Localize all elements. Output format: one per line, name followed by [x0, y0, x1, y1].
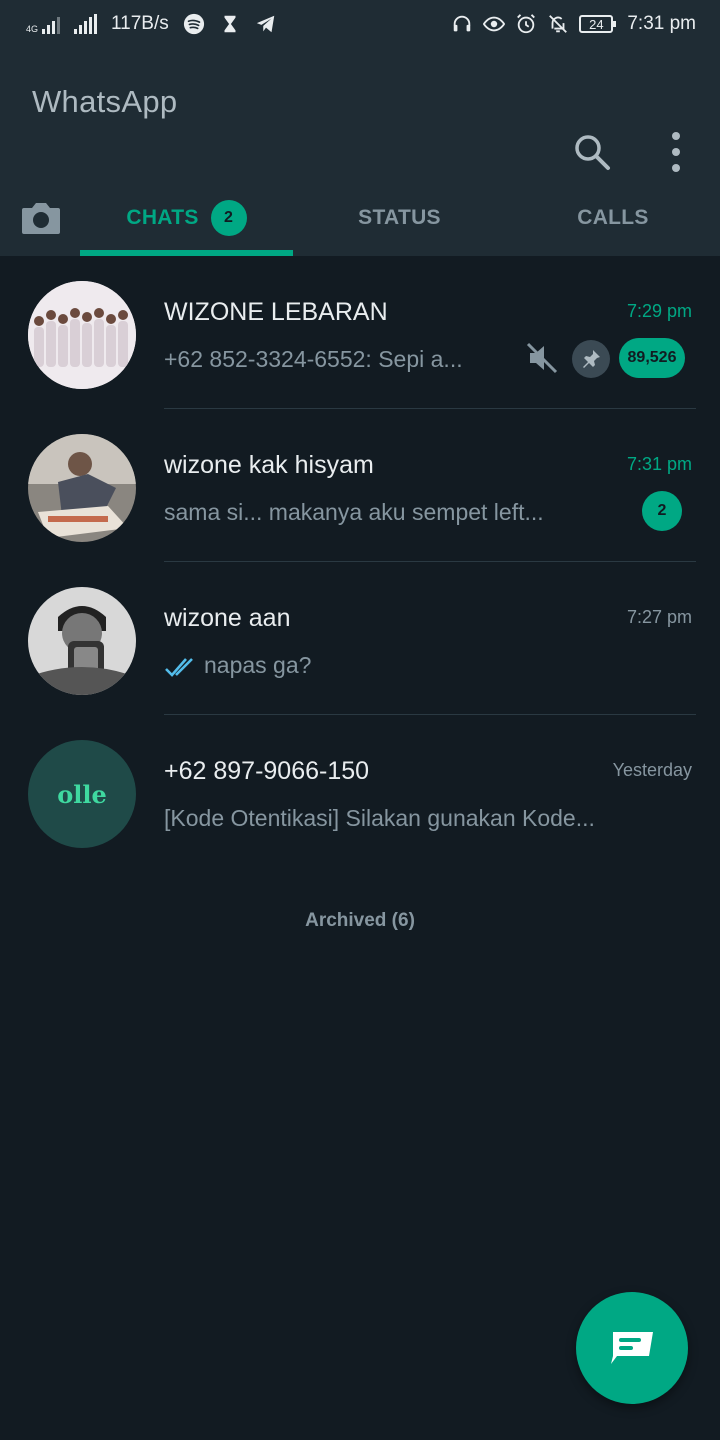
chat-name: wizone aan: [164, 604, 291, 632]
battery-level: 24: [589, 16, 604, 32]
tab-bar: CHATS 2 STATUS CALLS: [0, 180, 720, 256]
tab-label: STATUS: [358, 206, 441, 229]
tab-label: CALLS: [577, 206, 649, 229]
chat-row[interactable]: wizone aan 7:27 pm napas ga?: [0, 562, 720, 715]
avatar: [28, 281, 136, 389]
chat-preview: sama si... makanya aku sempet left...: [164, 499, 544, 525]
avatar: [28, 434, 136, 542]
headset-icon: [454, 15, 471, 32]
clock: 7:31 pm: [627, 13, 696, 34]
new-chat-icon: [611, 1332, 653, 1364]
new-chat-button[interactable]: [576, 1292, 688, 1404]
chat-row[interactable]: wizone kak hisyam 7:31 pm sama si... mak…: [0, 409, 720, 562]
chat-time: 7:31 pm: [626, 454, 692, 474]
avatar-text: olle: [57, 779, 107, 809]
tab-status[interactable]: STATUS: [293, 180, 506, 256]
signal-icon: [74, 14, 98, 34]
network-speed: 117B/s: [111, 13, 169, 34]
more-vert-icon[interactable]: [656, 130, 696, 174]
chat-time: 7:27 pm: [626, 607, 692, 627]
chat-time: 7:29 pm: [626, 301, 692, 321]
search-icon[interactable]: [570, 130, 614, 174]
chat-time: Yesterday: [612, 760, 692, 780]
telegram-icon: [256, 15, 275, 33]
avatar: olle: [28, 740, 136, 848]
chat-preview: napas ga?: [204, 652, 312, 678]
app-bar: WhatsApp CHATS 2 STATUS CALLS: [0, 48, 720, 256]
camera-icon: [22, 203, 60, 234]
app-title: WhatsApp: [32, 84, 178, 119]
eye-icon: [483, 16, 506, 32]
chat-preview: [Kode Otentikasi] Silakan gunakan Kode..…: [164, 805, 595, 831]
spotify-icon: [183, 13, 204, 35]
tab-label: CHATS: [126, 206, 199, 229]
pin-icon: [572, 340, 610, 378]
avatar: [28, 587, 136, 695]
tab-calls[interactable]: CALLS: [506, 180, 720, 256]
chat-preview: +62 852-3324-6552: Sepi a...: [164, 346, 463, 372]
battery-icon: 24: [579, 15, 617, 33]
chat-name: wizone kak hisyam: [164, 451, 374, 479]
tab-chats[interactable]: CHATS 2: [80, 180, 293, 256]
muted-icon: [526, 342, 558, 374]
status-bar: 4G 117B/s 24 7:31 pm: [0, 0, 720, 48]
chat-preview-row: napas ga?: [164, 652, 311, 679]
notifications-off-icon: [549, 15, 568, 33]
hourglass-icon: [224, 15, 236, 33]
read-ticks-icon: [165, 658, 193, 677]
chat-name: WIZONE LEBARAN: [164, 298, 388, 326]
chat-row[interactable]: olle +62 897-9066-150 Yesterday [Kode Ot…: [0, 715, 720, 868]
alarm-icon: [517, 14, 536, 34]
tab-camera[interactable]: [16, 180, 66, 256]
unread-badge: 89,526: [619, 338, 685, 378]
network-type: 4G: [26, 24, 39, 34]
unread-badge: 2: [642, 491, 682, 531]
chat-row[interactable]: WIZONE LEBARAN 7:29 pm +62 852-3324-6552…: [0, 256, 720, 409]
tab-unread-badge: 2: [210, 200, 247, 236]
chat-name: +62 897-9066-150: [164, 757, 370, 785]
archived-link[interactable]: Archived (6): [0, 910, 720, 932]
mobile-signal-icon: 4G: [26, 14, 61, 34]
